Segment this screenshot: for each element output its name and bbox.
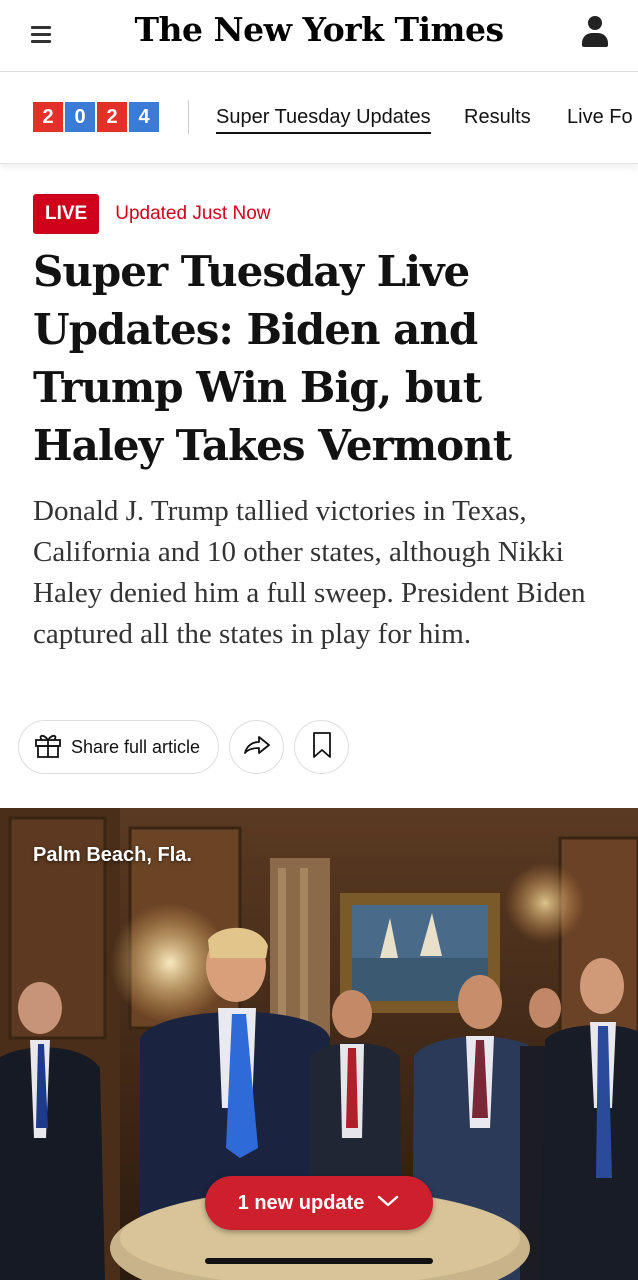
nav-link-live-forecast[interactable]: Live Fo (567, 106, 633, 129)
bookmark-icon (311, 731, 333, 764)
photo-dateline: Palm Beach, Fla. (33, 844, 192, 866)
save-bookmark-button[interactable] (294, 720, 349, 774)
top-bar: The New York Times (0, 0, 638, 72)
year-digit: 2 (97, 102, 127, 132)
article-summary: Donald J. Trump tallied victories in Tex… (33, 495, 586, 650)
user-icon[interactable] (580, 16, 610, 50)
gift-icon (33, 730, 63, 765)
new-update-label: 1 new update (237, 1191, 365, 1214)
article-headline: Super Tuesday Live Updates: Biden and Tr… (33, 247, 512, 470)
year-digit: 4 (129, 102, 159, 132)
share-arrow-icon (242, 733, 272, 762)
share-button-label: Share full article (71, 736, 201, 757)
share-button[interactable] (229, 720, 284, 774)
nav-link-results[interactable]: Results (464, 106, 531, 129)
chevron-down-icon (376, 1192, 400, 1215)
nav-divider (188, 100, 189, 134)
nav-link-super-tuesday-updates[interactable]: Super Tuesday Updates (216, 106, 431, 134)
year-digit: 0 (65, 102, 95, 132)
live-badge: LIVE (33, 194, 100, 234)
share-full-article-button[interactable]: Share full article (18, 720, 219, 774)
masthead-logo[interactable]: The New York Times (0, 10, 638, 49)
section-nav: 2 0 2 4 Super Tuesday Updates Results Li… (0, 72, 638, 164)
year-digit: 2 (33, 102, 63, 132)
new-update-button[interactable]: 1 new update (205, 1176, 433, 1230)
election-2024-logo[interactable]: 2 0 2 4 (33, 102, 159, 132)
updated-timestamp: Updated Just Now (115, 203, 271, 224)
live-status-row: LIVE Updated Just Now (33, 194, 270, 234)
home-indicator[interactable] (205, 1258, 433, 1264)
